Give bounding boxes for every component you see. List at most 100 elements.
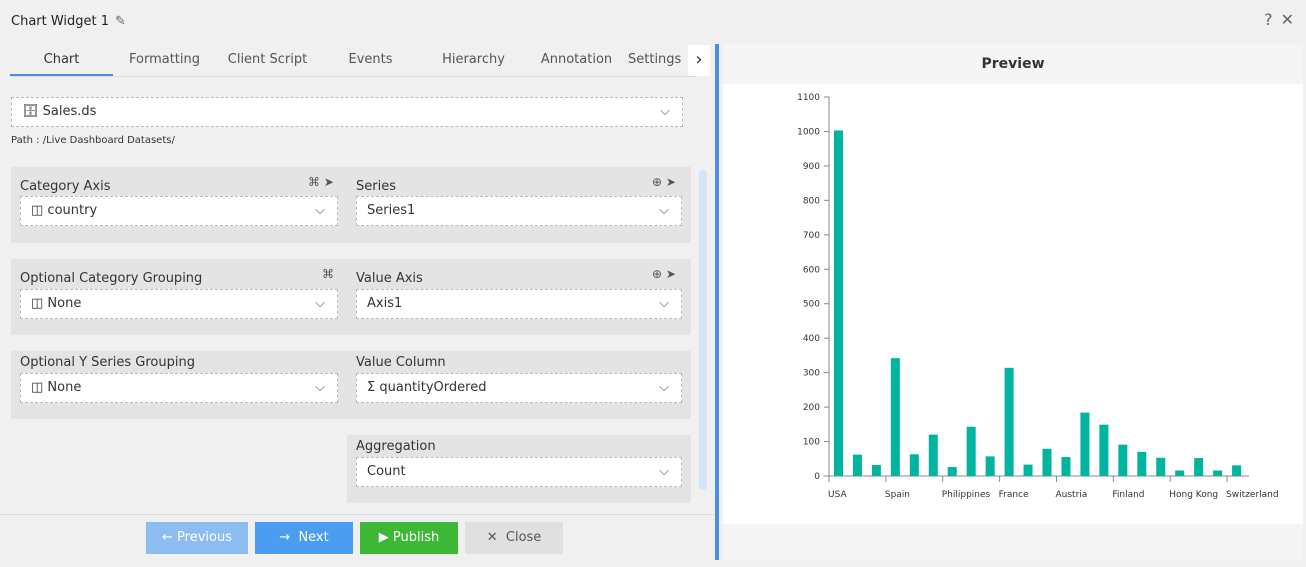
bar: [1175, 470, 1185, 476]
opt-category-grouping-value: None: [47, 296, 82, 311]
chevron-down-icon: ⌵: [315, 380, 325, 395]
chevron-down-icon: ⌵: [659, 380, 669, 395]
chevron-down-icon: ⌵: [660, 104, 670, 119]
bar: [947, 467, 957, 476]
bar: [1213, 470, 1223, 476]
value-column-value: quantityOrdered: [379, 380, 487, 395]
previous-label: Previous: [177, 530, 232, 545]
splitter[interactable]: [715, 44, 719, 560]
series-value: Series1: [367, 203, 416, 218]
scrollbar[interactable]: [699, 170, 707, 490]
bar: [1061, 457, 1071, 476]
value-axis-label: Value Axis: [356, 271, 423, 286]
y-tick-label: 1100: [797, 93, 820, 103]
series-select[interactable]: Series1 ⌵: [356, 196, 682, 226]
bar: [1232, 465, 1242, 476]
y-tick-label: 0: [814, 472, 820, 482]
tab-settings[interactable]: Settings: [628, 44, 688, 76]
category-axis-value: country: [47, 203, 98, 218]
footer: [0, 514, 714, 567]
title-text: Chart Widget 1: [11, 14, 110, 29]
dataset-select[interactable]: 🗄 Sales.ds ⌵: [11, 97, 683, 127]
next-button[interactable]: → Next: [255, 522, 353, 554]
add-axis-icon[interactable]: ⊕ ➤: [652, 267, 676, 281]
bar: [871, 464, 881, 476]
dataset-value: Sales.ds: [42, 104, 97, 119]
tab-hierarchy[interactable]: Hierarchy: [422, 44, 525, 76]
database-icon: 🗄: [22, 104, 39, 119]
value-column-select[interactable]: Σ quantityOrdered ⌵: [356, 373, 682, 403]
bar: [1137, 451, 1147, 476]
x-tick-label: Hong Kong: [1169, 490, 1218, 500]
bar: [985, 456, 995, 476]
hierarchy-icon[interactable]: ⌘ ➤: [308, 175, 334, 189]
bar: [890, 358, 900, 476]
close-label: Close: [505, 530, 542, 545]
bar: [909, 454, 919, 476]
next-label: Next: [298, 530, 329, 545]
tab-formatting[interactable]: Formatting: [113, 44, 216, 76]
tab-chart[interactable]: Chart: [10, 44, 113, 76]
bar-chart: 0 100 200 300 400 500 600 700 800 900 1000 1100 USA S…: [797, 93, 1279, 500]
series-label: Series: [356, 179, 396, 194]
x-tick-label: Spain: [885, 490, 910, 500]
bar: [1118, 444, 1128, 476]
tab-scroll-right-icon[interactable]: ›: [688, 45, 710, 76]
preview-title: Preview: [981, 56, 1045, 72]
y-tick-label: 700: [803, 231, 820, 241]
close-button[interactable]: ✕ Close: [465, 522, 563, 554]
x-tick-label: Philippines: [942, 490, 991, 500]
bar: [1194, 458, 1204, 476]
bar: [1099, 424, 1109, 476]
value-axis-value: Axis1: [367, 296, 403, 311]
y-tick-label: 1000: [797, 127, 820, 137]
opt-y-grouping-label: Optional Y Series Grouping: [20, 355, 195, 370]
tab-events[interactable]: Events: [319, 44, 422, 76]
chevron-down-icon: ⌵: [659, 464, 669, 479]
y-tick-label: 600: [803, 265, 820, 275]
y-tick-label: 200: [803, 403, 820, 413]
bar: [1080, 412, 1090, 476]
tab-client-script[interactable]: Client Script: [216, 44, 319, 76]
aggregation-value: Count: [367, 464, 406, 479]
opt-category-grouping-select[interactable]: ◫ None ⌵: [20, 289, 338, 319]
aggregation-select[interactable]: Count ⌵: [356, 457, 682, 487]
widget-title: Chart Widget 1 ✎: [11, 14, 126, 29]
y-tick-label: 500: [803, 300, 820, 310]
x-tick-label: Finland: [1112, 490, 1144, 500]
publish-button[interactable]: ▶ Publish: [360, 522, 458, 554]
y-tick-label: 900: [803, 162, 820, 172]
previous-button[interactable]: ← Previous: [146, 522, 248, 554]
category-axis-select[interactable]: ◫ country ⌵: [20, 196, 338, 226]
value-axis-select[interactable]: Axis1 ⌵: [356, 289, 682, 319]
category-axis-label: Category Axis: [20, 179, 111, 194]
tab-bar: Chart Formatting Client Script Events Hi…: [10, 44, 696, 77]
tab-annotation[interactable]: Annotation: [525, 44, 628, 76]
bar: [966, 426, 976, 476]
chevron-down-icon: ⌵: [659, 296, 669, 311]
hierarchy-icon[interactable]: ⌘: [322, 267, 334, 281]
bar: [1156, 457, 1166, 476]
value-column-label: Value Column: [356, 355, 446, 370]
x-tick-label: France: [999, 490, 1029, 500]
bar: [852, 454, 862, 476]
y-tick-label: 300: [803, 369, 820, 379]
chevron-down-icon: ⌵: [315, 203, 325, 218]
sigma-icon: Σ: [367, 380, 376, 395]
opt-category-grouping-label: Optional Category Grouping: [20, 271, 203, 286]
publish-label: Publish: [392, 530, 440, 545]
y-tick-label: 800: [803, 196, 820, 206]
edit-icon[interactable]: ✎: [115, 14, 126, 29]
opt-y-grouping-value: None: [47, 380, 82, 395]
bar: [1023, 464, 1033, 476]
help-icon[interactable]: ?: [1264, 10, 1273, 29]
close-icon[interactable]: ✕: [1281, 10, 1294, 29]
x-tick-label: Austria: [1055, 490, 1087, 500]
dataset-path: Path : /Live Dashboard Datasets/: [11, 135, 175, 146]
chevron-down-icon: ⌵: [659, 203, 669, 218]
opt-y-grouping-select[interactable]: ◫ None ⌵: [20, 373, 338, 403]
bar: [1004, 367, 1014, 476]
add-series-icon[interactable]: ⊕ ➤: [652, 175, 676, 189]
bar: [928, 434, 938, 476]
x-tick-label: USA: [828, 490, 847, 500]
